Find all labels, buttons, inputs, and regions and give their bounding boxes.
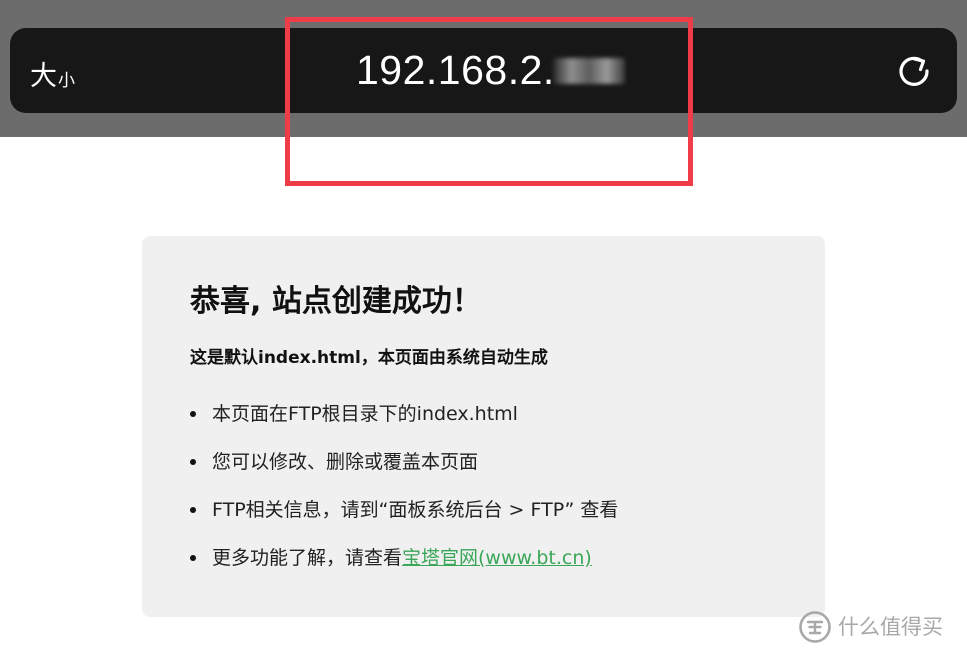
bullet-icon	[190, 459, 196, 465]
bullet-icon	[190, 555, 196, 561]
list-item-text: 本页面在FTP根目录下的index.html	[212, 403, 518, 425]
list-item: 本页面在FTP根目录下的index.html	[190, 400, 618, 448]
text-size-small-label: 小	[58, 71, 75, 91]
reload-icon	[899, 56, 929, 86]
list-item: FTP相关信息，请到“面板系统后台 > FTP” 查看	[190, 496, 618, 544]
bt-website-link[interactable]: 宝塔官网(www.bt.cn)	[402, 547, 592, 569]
highlight-annotation-box	[285, 17, 693, 186]
bullet-icon	[190, 507, 196, 513]
content-card: 恭喜, 站点创建成功！ 这是默认index.html，本页面由系统自动生成 本页…	[142, 236, 825, 617]
list-item: 更多功能了解，请查看宝塔官网(www.bt.cn)	[190, 544, 618, 592]
reload-button[interactable]	[892, 49, 936, 93]
list-item: 您可以修改、删除或覆盖本页面	[190, 448, 618, 496]
smzdm-logo-icon	[799, 611, 831, 643]
text-size-button[interactable]: 大小	[30, 52, 75, 92]
bullet-icon	[190, 411, 196, 417]
watermark-label: 什么值得买	[838, 615, 943, 639]
page-title: 恭喜, 站点创建成功！	[190, 284, 482, 319]
page-subtitle: 这是默认index.html，本页面由系统自动生成	[190, 348, 548, 368]
list-item-text: 您可以修改、删除或覆盖本页面	[212, 451, 479, 473]
list-item-text: 更多功能了解，请查看	[212, 547, 403, 569]
list-item-text: FTP相关信息，请到“面板系统后台 > FTP” 查看	[212, 499, 619, 521]
text-size-big-label: 大	[30, 61, 57, 92]
watermark: 什么值得买	[798, 608, 943, 646]
info-list: 本页面在FTP根目录下的index.html 您可以修改、删除或覆盖本页面 FT…	[190, 400, 618, 592]
